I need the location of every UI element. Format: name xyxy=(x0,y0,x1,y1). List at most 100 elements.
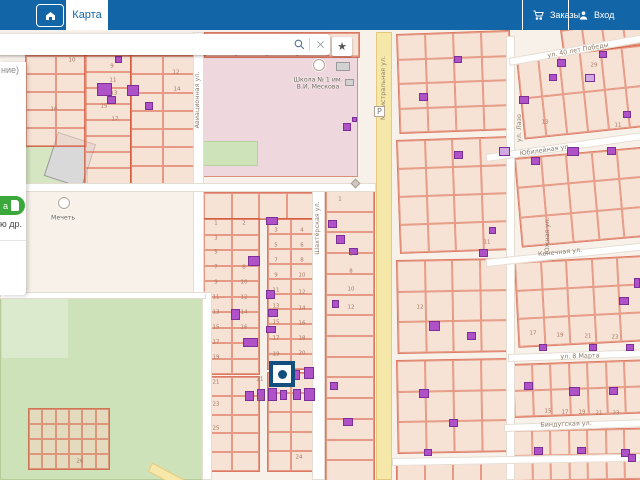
parcel[interactable] xyxy=(453,359,482,391)
building[interactable] xyxy=(352,117,357,122)
building[interactable] xyxy=(634,278,640,288)
parcel[interactable] xyxy=(259,193,287,219)
parcel[interactable] xyxy=(85,136,131,152)
parcel[interactable] xyxy=(131,147,163,166)
parcel[interactable] xyxy=(326,356,374,378)
building[interactable] xyxy=(549,74,557,81)
building[interactable] xyxy=(330,382,338,390)
parcel[interactable] xyxy=(398,421,427,453)
building[interactable] xyxy=(419,93,428,101)
parcel[interactable] xyxy=(397,33,426,60)
parcel[interactable] xyxy=(453,194,483,223)
parcel[interactable] xyxy=(540,154,569,186)
parcel[interactable] xyxy=(42,454,56,469)
parcel[interactable] xyxy=(268,412,291,432)
parcel[interactable] xyxy=(596,208,625,240)
parcel[interactable] xyxy=(131,110,163,130)
parcel[interactable] xyxy=(29,409,43,424)
parcel[interactable] xyxy=(85,168,131,184)
building[interactable] xyxy=(343,123,351,131)
parcel[interactable] xyxy=(326,398,374,419)
building[interactable] xyxy=(293,389,301,400)
building[interactable] xyxy=(557,59,566,67)
parcel[interactable] xyxy=(42,439,56,454)
tab-map[interactable]: Карта xyxy=(66,0,108,30)
parcel[interactable] xyxy=(531,363,552,391)
parcel[interactable] xyxy=(268,234,291,249)
parcel[interactable] xyxy=(424,260,453,292)
parcel[interactable] xyxy=(82,424,96,439)
parcel[interactable] xyxy=(568,181,597,213)
building[interactable] xyxy=(524,382,533,390)
parcel[interactable] xyxy=(568,362,589,390)
parcel[interactable] xyxy=(326,439,374,461)
parcel[interactable] xyxy=(163,129,195,148)
parcel[interactable] xyxy=(425,57,455,83)
parcel[interactable] xyxy=(131,56,163,75)
parcel[interactable] xyxy=(26,128,56,146)
building[interactable] xyxy=(577,447,586,454)
parcel[interactable] xyxy=(567,286,595,317)
parcel[interactable] xyxy=(480,320,509,352)
parcel[interactable] xyxy=(56,74,86,92)
parcel[interactable] xyxy=(542,288,570,318)
parcel[interactable] xyxy=(480,289,509,321)
parcel[interactable] xyxy=(268,339,291,354)
parcel[interactable] xyxy=(56,128,86,146)
building[interactable] xyxy=(626,344,634,351)
parcel[interactable] xyxy=(82,439,96,454)
building[interactable] xyxy=(479,249,488,257)
parcel[interactable] xyxy=(424,139,453,168)
parcel[interactable] xyxy=(95,439,109,454)
parcel[interactable] xyxy=(398,195,428,225)
parcel[interactable] xyxy=(399,107,429,133)
building[interactable] xyxy=(569,387,580,396)
building[interactable] xyxy=(266,217,278,225)
parcel[interactable] xyxy=(204,265,232,281)
parcel[interactable] xyxy=(291,412,314,432)
parcel[interactable] xyxy=(571,210,600,243)
building[interactable] xyxy=(343,418,353,426)
parcel[interactable] xyxy=(625,386,640,414)
parcel[interactable] xyxy=(204,193,232,219)
parcel[interactable] xyxy=(82,409,96,424)
parcel[interactable] xyxy=(452,290,481,322)
parcel[interactable] xyxy=(427,222,456,252)
parcel[interactable] xyxy=(29,424,43,439)
parcel[interactable] xyxy=(454,222,484,251)
parcel[interactable] xyxy=(513,390,534,417)
building[interactable] xyxy=(607,147,616,155)
parcel[interactable] xyxy=(95,424,109,439)
poi-icon[interactable] xyxy=(313,59,325,71)
favorites-button[interactable]: ★ xyxy=(332,37,352,56)
building[interactable] xyxy=(489,227,496,234)
parcel[interactable] xyxy=(231,414,259,434)
login-button[interactable]: Вход xyxy=(570,0,622,30)
building[interactable] xyxy=(623,111,631,118)
parcel[interactable] xyxy=(397,58,427,84)
parcel[interactable] xyxy=(268,249,291,264)
building[interactable] xyxy=(245,391,254,401)
building[interactable] xyxy=(304,388,315,401)
parcel[interactable] xyxy=(398,167,427,197)
parcel[interactable] xyxy=(624,360,640,388)
parcel[interactable] xyxy=(231,433,259,453)
parcel[interactable] xyxy=(291,451,314,471)
building[interactable] xyxy=(231,309,240,320)
building[interactable] xyxy=(328,220,337,228)
parcel[interactable] xyxy=(569,314,597,345)
parcel[interactable] xyxy=(587,361,607,389)
parcel[interactable] xyxy=(95,409,109,424)
building[interactable] xyxy=(539,344,547,351)
parcel[interactable] xyxy=(566,152,595,184)
parcel[interactable] xyxy=(605,361,626,388)
building[interactable] xyxy=(534,447,543,455)
poi-icon[interactable] xyxy=(58,197,70,209)
parcel[interactable] xyxy=(204,234,232,250)
building-gray[interactable] xyxy=(336,62,350,71)
building[interactable] xyxy=(585,74,595,82)
parcel[interactable] xyxy=(543,316,571,346)
parcel[interactable] xyxy=(619,176,640,209)
parcel[interactable] xyxy=(617,147,640,180)
building[interactable] xyxy=(619,297,629,305)
